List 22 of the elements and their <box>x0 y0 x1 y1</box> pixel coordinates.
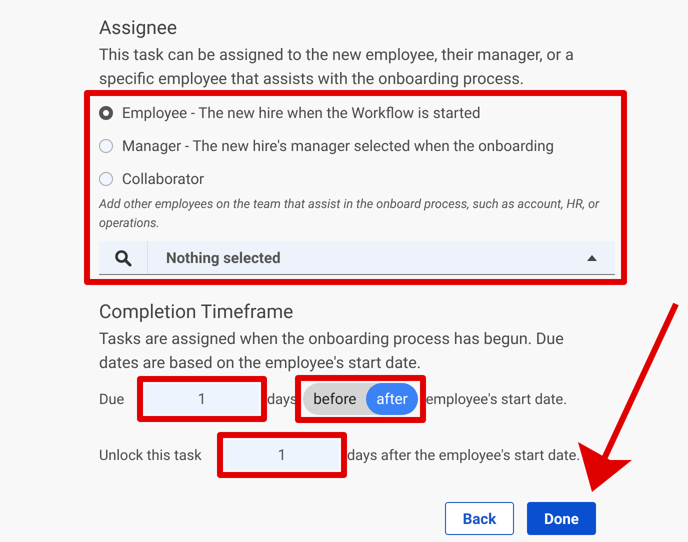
radio-button[interactable] <box>99 138 113 152</box>
hint-text: Add other employees on the team that assist in the onboard process, such as account, HR, or operations. <box>99 196 600 233</box>
section-description: Tasks are assigned when the onboarding process has begun. Due dates are based on the employee's start date. <box>99 328 565 374</box>
done-button[interactable]: Done <box>527 502 596 535</box>
radio-button[interactable] <box>99 106 113 120</box>
section-description: This task can be assigned to the new employee, their manager, or a specific employee that assists with the onboarding process. <box>99 44 575 90</box>
toggle-option[interactable]: before <box>303 383 366 415</box>
field-suffix: employee's start date. <box>426 390 568 408</box>
radio-option[interactable]: Collaborator <box>99 162 615 195</box>
toggle-option[interactable]: after <box>366 383 418 415</box>
section-title: Completion Timeframe <box>99 300 294 323</box>
back-button[interactable]: Back <box>445 502 514 535</box>
input-field[interactable]: 1 <box>145 384 259 414</box>
radio-option[interactable]: Employee - The new hire when the Workflow is started <box>99 96 615 129</box>
field-label: Due <box>99 390 126 408</box>
input-field[interactable]: 1 <box>225 440 339 470</box>
radio-button[interactable] <box>99 172 113 186</box>
field-suffix: days after the employee's start date. <box>347 446 580 464</box>
search-icon[interactable] <box>114 248 132 266</box>
section-title: Assignee <box>99 16 178 39</box>
field-label: Unlock this task <box>99 446 203 464</box>
radio-option[interactable]: Manager - The new hire's manager selected when the onboarding <box>99 129 615 162</box>
